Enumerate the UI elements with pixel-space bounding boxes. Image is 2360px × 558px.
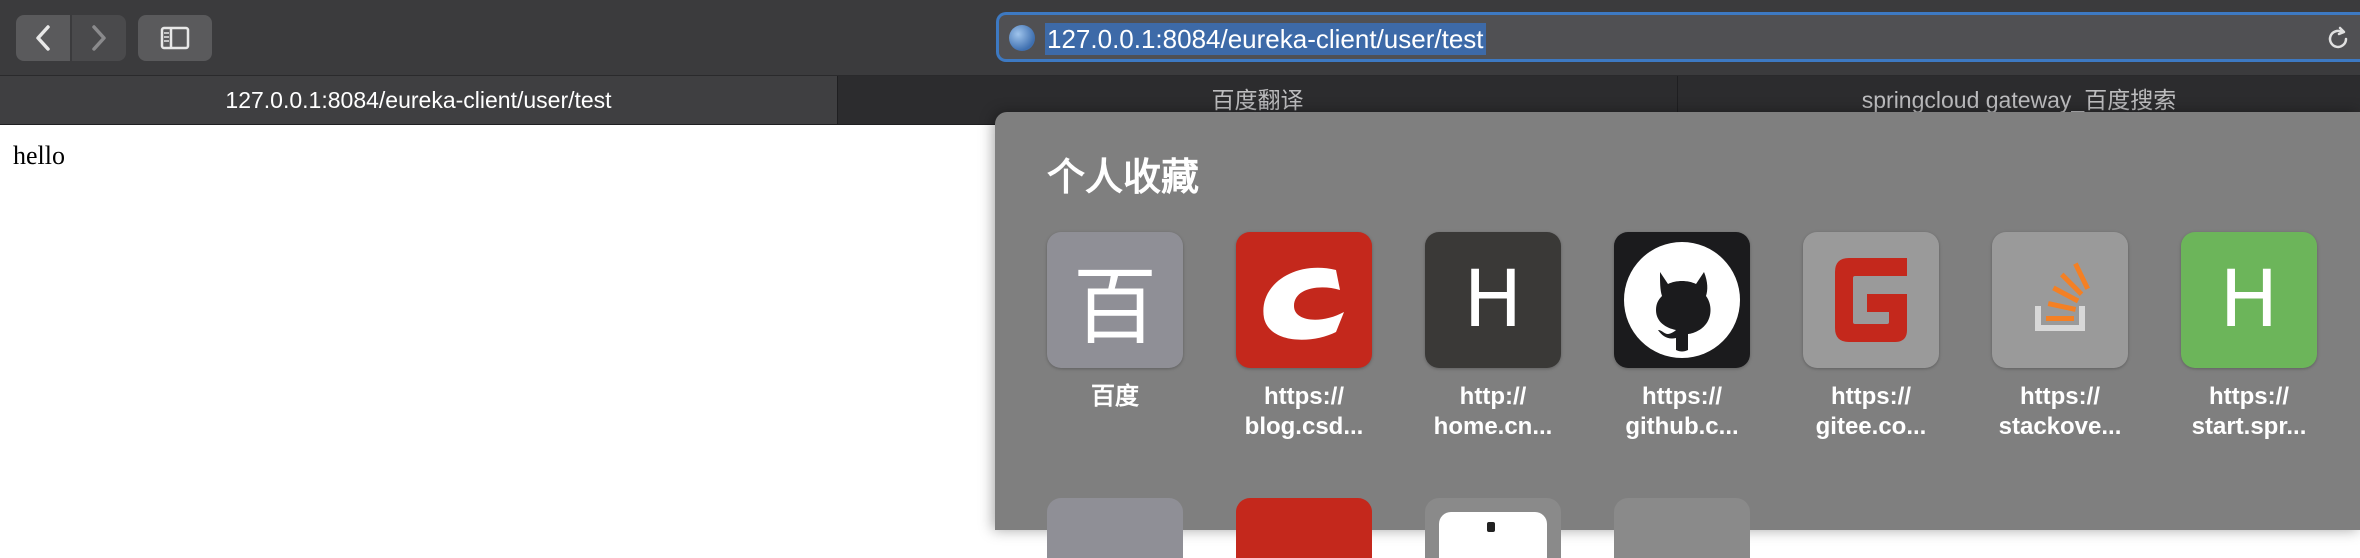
- tab-current[interactable]: 127.0.0.1:8084/eureka-client/user/test: [0, 76, 838, 124]
- favorite-item[interactable]: https:// github.c...: [1614, 232, 1750, 442]
- favorite-label: https:// stackove...: [1998, 383, 2122, 440]
- page-body-text: hello: [13, 141, 65, 170]
- globe-icon: [1009, 25, 1035, 51]
- baidu-icon: 百: [1047, 232, 1183, 368]
- letter-h-icon: H: [2181, 232, 2317, 368]
- github-icon: [1614, 232, 1750, 368]
- tile-inner-mark: [1487, 522, 1495, 532]
- favorite-item-partial[interactable]: [1047, 498, 1183, 558]
- favorite-item[interactable]: https:// stackove...: [1992, 232, 2128, 442]
- favorite-label: 百度: [1091, 383, 1139, 410]
- favorite-item-partial[interactable]: [1425, 498, 1561, 558]
- favorites-popover: 个人收藏 百 百度 https:// blog.csd... H http://…: [995, 112, 2360, 558]
- github-logo: [1624, 242, 1740, 358]
- favorite-item-partial[interactable]: [1236, 498, 1372, 558]
- back-button[interactable]: [16, 15, 70, 61]
- tile-inner-shape: [1439, 512, 1547, 558]
- csdn-logo: [1263, 267, 1344, 340]
- csdn-icon: [1236, 232, 1372, 368]
- favorite-item[interactable]: https:// gitee.co...: [1803, 232, 1939, 442]
- favorite-item[interactable]: 百 百度: [1047, 232, 1183, 412]
- gitee-logo: [1835, 258, 1907, 342]
- favorite-label: https:// github.c...: [1625, 383, 1739, 440]
- address-text[interactable]: 127.0.0.1:8084/eureka-client/user/test: [1045, 23, 1486, 55]
- address-bar[interactable]: 127.0.0.1:8084/eureka-client/user/test: [996, 12, 2360, 62]
- favorite-item[interactable]: https:// blog.csd...: [1236, 232, 1372, 442]
- favorite-label: https:// gitee.co...: [1815, 383, 1927, 440]
- favorite-item[interactable]: H https:// start.spr...: [2181, 232, 2317, 442]
- favorite-item-partial[interactable]: [1614, 498, 1750, 558]
- favorite-label: https:// blog.csd...: [1244, 383, 1364, 440]
- chevron-left-icon: [36, 25, 50, 51]
- letter-h-icon: H: [1425, 232, 1561, 368]
- favorite-item[interactable]: H http:// home.cn...: [1425, 232, 1561, 442]
- sidebar-icon: [160, 26, 190, 50]
- tile-glyph: H: [2219, 255, 2279, 345]
- gitee-icon: [1803, 232, 1939, 368]
- favorite-label: http:// home.cn...: [1433, 383, 1553, 440]
- reload-icon[interactable]: [2324, 25, 2352, 53]
- tile-glyph: 百: [1072, 257, 1157, 356]
- favorite-label: https:// start.spr...: [2191, 383, 2307, 440]
- stackoverflow-logo: [2035, 262, 2090, 331]
- chevron-right-icon: [92, 25, 106, 51]
- sidebar-toggle-button[interactable]: [138, 15, 212, 61]
- favorites-title: 个人收藏: [1047, 157, 1200, 199]
- tile-glyph: H: [1463, 255, 1523, 345]
- stackoverflow-icon: [1992, 232, 2128, 368]
- forward-button[interactable]: [72, 15, 126, 61]
- browser-toolbar: 127.0.0.1:8084/eureka-client/user/test: [0, 0, 2360, 76]
